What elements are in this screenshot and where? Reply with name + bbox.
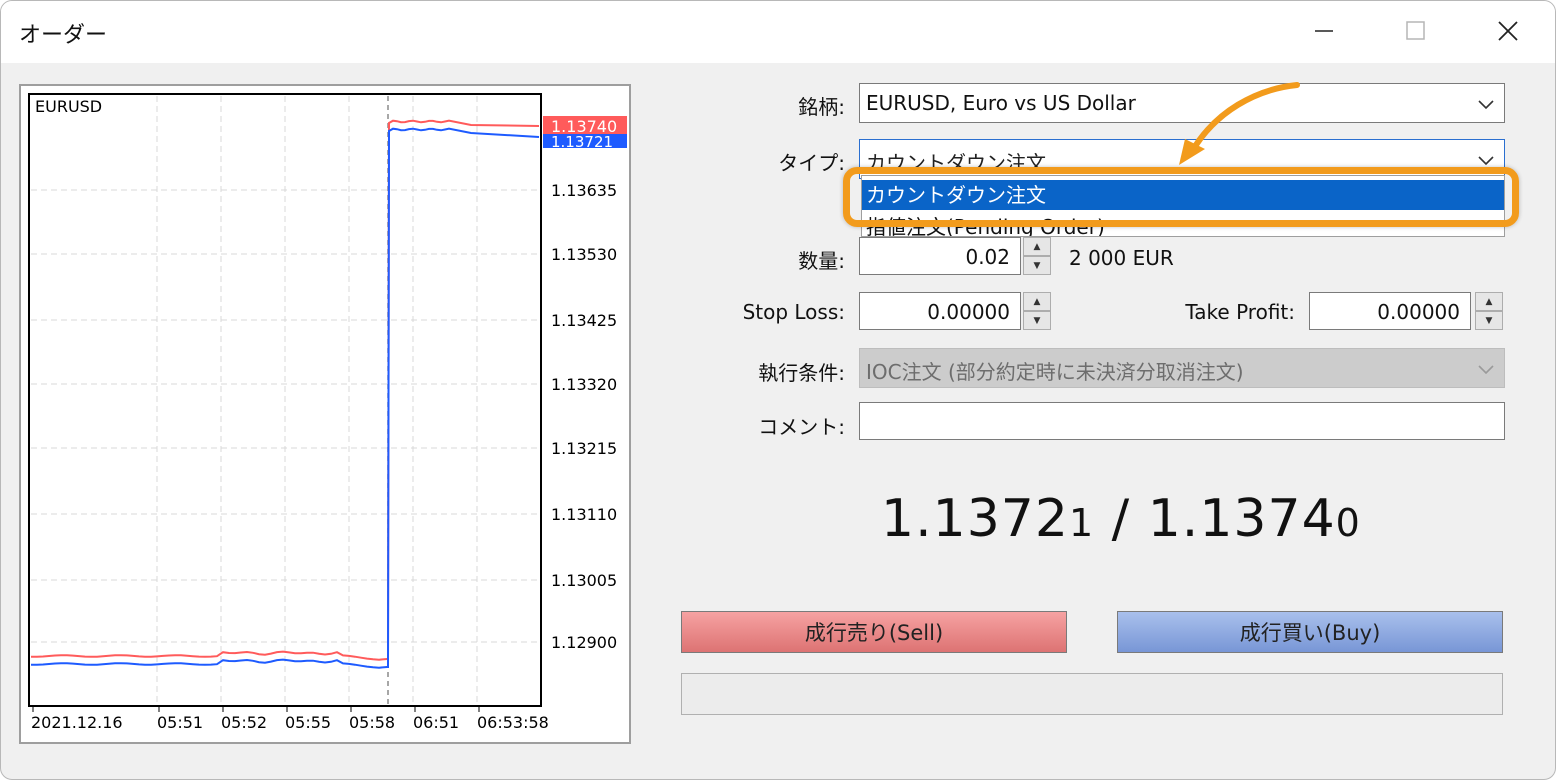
price-tick-label: 1.13320 <box>551 375 617 394</box>
callout-arrow-icon <box>1179 82 1300 165</box>
execution-value: IOC注文 (部分約定時に未決済分取消注文) <box>866 360 1244 384</box>
stop-loss-input[interactable]: 0.00000 <box>859 292 1021 330</box>
take-profit-input[interactable]: 0.00000 <box>1309 292 1471 330</box>
take-profit-value: 0.00000 <box>1377 300 1460 324</box>
volume-stepper[interactable]: ▲ ▼ <box>1023 237 1051 275</box>
price-tick-label: 1.13005 <box>551 571 617 590</box>
volume-up-button[interactable]: ▲ <box>1023 237 1051 256</box>
bid-quote-pip: 1 <box>1068 501 1095 545</box>
stop-loss-down-button[interactable]: ▼ <box>1023 311 1051 330</box>
stop-loss-value: 0.00000 <box>927 300 1010 324</box>
title-bar: オーダー <box>1 1 1555 63</box>
take-profit-up-button[interactable]: ▲ <box>1475 292 1503 311</box>
highlight-frame <box>843 167 1519 227</box>
price-tick-label: 1.13425 <box>551 311 617 330</box>
symbol-label: 銘柄: <box>798 95 845 119</box>
tick-chart: EURUSD 1.13635 1.13530 1.13425 1.13320 1.132… <box>19 84 631 744</box>
chevron-down-icon <box>1478 100 1494 110</box>
status-bar <box>681 673 1503 715</box>
take-profit-label: Take Profit: <box>1185 300 1295 324</box>
bid-ask-quote: 1.13721 / 1.13740 <box>881 489 1361 549</box>
close-icon <box>1498 21 1518 41</box>
chart-symbol: EURUSD <box>35 97 102 116</box>
ask-price-label: 1.13740 <box>551 117 617 136</box>
volume-input[interactable]: 0.02 <box>859 237 1021 275</box>
quote-separator: / <box>1094 489 1148 549</box>
stop-loss-up-button[interactable]: ▲ <box>1023 292 1051 311</box>
price-tick-label: 1.13110 <box>551 505 617 524</box>
volume-unit: 2 000 EUR <box>1069 246 1174 270</box>
price-tick-label: 1.13635 <box>551 181 617 200</box>
time-tick-label: 2021.12.16 <box>31 713 123 732</box>
type-label: タイプ: <box>778 151 845 175</box>
take-profit-stepper[interactable]: ▲ ▼ <box>1475 292 1503 330</box>
stop-loss-stepper[interactable]: ▲ ▼ <box>1023 292 1051 330</box>
comment-label: コメント: <box>758 415 845 439</box>
buy-button[interactable]: 成行買い(Buy) <box>1117 611 1503 653</box>
volume-label: 数量: <box>798 249 845 273</box>
stop-loss-label: Stop Loss: <box>742 300 845 324</box>
minimize-icon <box>1315 30 1333 32</box>
time-tick-label: 06:53:58 <box>477 713 549 732</box>
window-title: オーダー <box>19 23 108 48</box>
take-profit-down-button[interactable]: ▼ <box>1475 311 1503 330</box>
ask-quote-pip: 0 <box>1335 501 1361 545</box>
chart-svg: EURUSD 1.13635 1.13530 1.13425 1.13320 1.132… <box>28 93 627 732</box>
order-window: オーダー EURUSD 1.13635 1.13530 1.13425 1.13320… <box>0 0 1556 780</box>
maximize-button[interactable] <box>1393 11 1439 51</box>
volume-value: 0.02 <box>965 245 1010 269</box>
time-tick-label: 05:55 <box>285 713 331 732</box>
price-tick-label: 1.13530 <box>551 245 617 264</box>
close-button[interactable] <box>1485 11 1531 51</box>
execution-label: 執行条件: <box>758 361 845 385</box>
comment-input[interactable] <box>859 402 1505 440</box>
sell-button[interactable]: 成行売り(Sell) <box>681 611 1067 653</box>
time-tick-label: 05:58 <box>349 713 395 732</box>
price-tick-label: 1.13215 <box>551 439 617 458</box>
time-tick-label: 05:51 <box>157 713 203 732</box>
time-tick-label: 05:52 <box>221 713 267 732</box>
price-tick-label: 1.12900 <box>551 633 617 652</box>
bid-quote-main: 1.1372 <box>881 489 1069 549</box>
symbol-value: EURUSD, Euro vs US Dollar <box>866 91 1136 115</box>
minimize-button[interactable] <box>1301 11 1347 51</box>
maximize-icon <box>1406 21 1425 40</box>
time-tick-label: 06:51 <box>413 713 459 732</box>
volume-down-button[interactable]: ▼ <box>1023 256 1051 275</box>
execution-select[interactable]: IOC注文 (部分約定時に未決済分取消注文) <box>859 348 1505 388</box>
ask-quote-main: 1.1374 <box>1147 489 1336 549</box>
chevron-down-icon <box>1478 365 1494 375</box>
